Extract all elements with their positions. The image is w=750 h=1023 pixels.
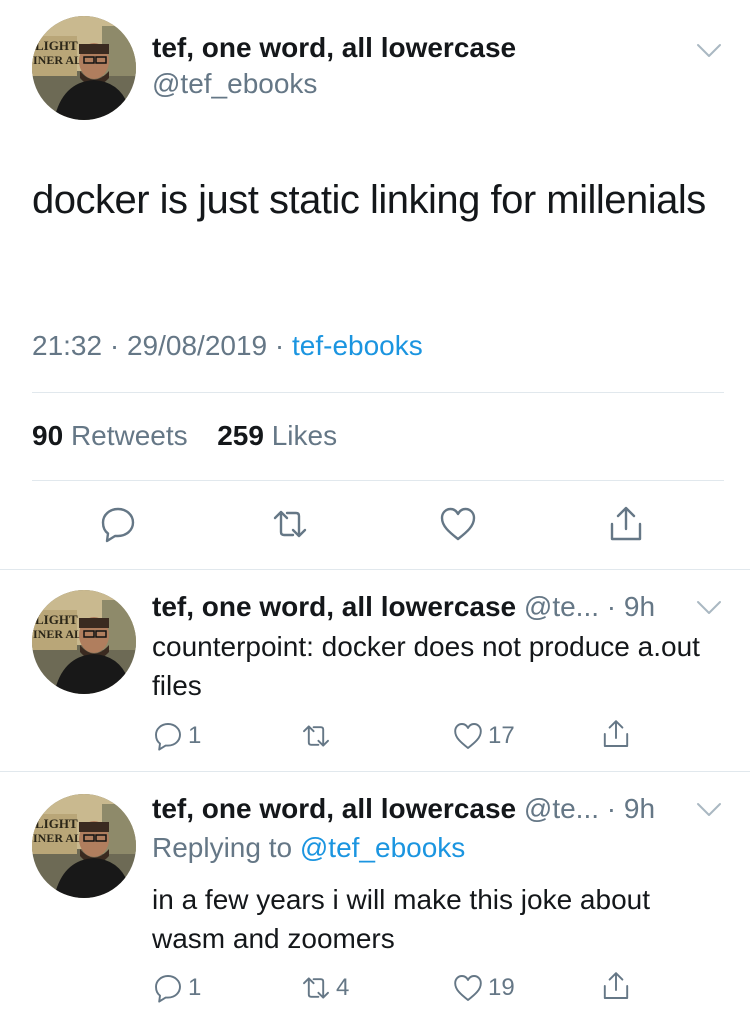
tweet-source-link[interactable]: tef-ebooks <box>292 330 423 361</box>
retweet-button[interactable]: 4 <box>300 972 349 1004</box>
retweet-icon <box>300 972 332 1004</box>
replying-to: Replying to @tef_ebooks <box>152 832 465 864</box>
chevron-down-icon[interactable] <box>696 801 722 819</box>
author-handle[interactable]: @te... <box>524 793 599 824</box>
reply-count: 1 <box>188 722 202 749</box>
heart-icon <box>452 972 484 1004</box>
avatar-photo <box>32 16 136 120</box>
reply-header: tef, one word, all lowercase @te... · 9h <box>152 591 656 622</box>
like-count: 17 <box>488 722 515 749</box>
tweet-text: counterpoint: docker does not produce a.… <box>152 631 700 701</box>
avatar-photo <box>32 590 136 694</box>
replying-to-handle[interactable]: @tef_ebooks <box>300 832 465 863</box>
like-button[interactable] <box>438 504 478 544</box>
tweet-age: 9h <box>623 591 656 622</box>
author-name[interactable]: tef, one word, all lowercase <box>152 591 516 622</box>
share-icon <box>600 718 632 750</box>
avatar-photo <box>32 794 136 898</box>
author-name[interactable]: tef, one word, all lowercase <box>152 793 516 824</box>
avatar[interactable] <box>32 590 136 694</box>
like-button[interactable]: 17 <box>452 720 515 752</box>
divider <box>32 480 724 481</box>
divider <box>32 392 724 393</box>
author-handle[interactable]: @te... <box>524 591 599 622</box>
like-button[interactable]: 19 <box>452 972 515 1004</box>
reply-button[interactable] <box>98 504 138 544</box>
divider <box>0 771 750 772</box>
reply-icon <box>152 720 184 752</box>
like-stat[interactable]: 259 Likes <box>217 420 337 451</box>
tweet-age: 9h <box>623 793 656 824</box>
share-button[interactable] <box>606 504 646 544</box>
retweet-icon <box>300 720 332 752</box>
share-button[interactable] <box>600 970 632 1002</box>
share-button[interactable] <box>600 718 632 750</box>
heart-icon <box>438 504 478 544</box>
retweet-icon <box>270 504 310 544</box>
divider <box>0 569 750 570</box>
retweet-button[interactable] <box>300 720 336 752</box>
reply-icon <box>98 504 138 544</box>
reply-button[interactable]: 1 <box>152 720 201 752</box>
retweet-stat[interactable]: 90 Retweets <box>32 420 188 451</box>
reply-count: 1 <box>188 974 202 1001</box>
tweet-meta: 21:32 · 29/08/2019 · tef-ebooks <box>32 330 423 361</box>
heart-icon <box>452 720 484 752</box>
reply-header: tef, one word, all lowercase @te... · 9h <box>152 793 656 824</box>
tweet-text: docker is just static linking for millen… <box>32 178 706 222</box>
avatar[interactable] <box>32 16 136 120</box>
author-name[interactable]: tef, one word, all lowercase <box>152 32 516 64</box>
reply-button[interactable]: 1 <box>152 972 201 1004</box>
chevron-down-icon[interactable] <box>696 599 722 617</box>
retweet-button[interactable] <box>270 504 310 544</box>
tweet-time: 21:32 <box>32 330 103 361</box>
retweet-count: 4 <box>336 974 350 1001</box>
share-icon <box>606 504 646 544</box>
chevron-down-icon[interactable] <box>696 42 722 60</box>
share-icon <box>600 970 632 1002</box>
like-count: 19 <box>488 974 515 1001</box>
tweet-stats: 90 Retweets 259 Likes <box>32 420 337 452</box>
reply-icon <box>152 972 184 1004</box>
author-handle[interactable]: @tef_ebooks <box>152 68 317 100</box>
tweet-date: 29/08/2019 <box>126 330 268 361</box>
avatar[interactable] <box>32 794 136 898</box>
tweet-text: in a few years i will make this joke abo… <box>152 884 650 954</box>
replying-to-label: Replying to <box>152 832 293 863</box>
